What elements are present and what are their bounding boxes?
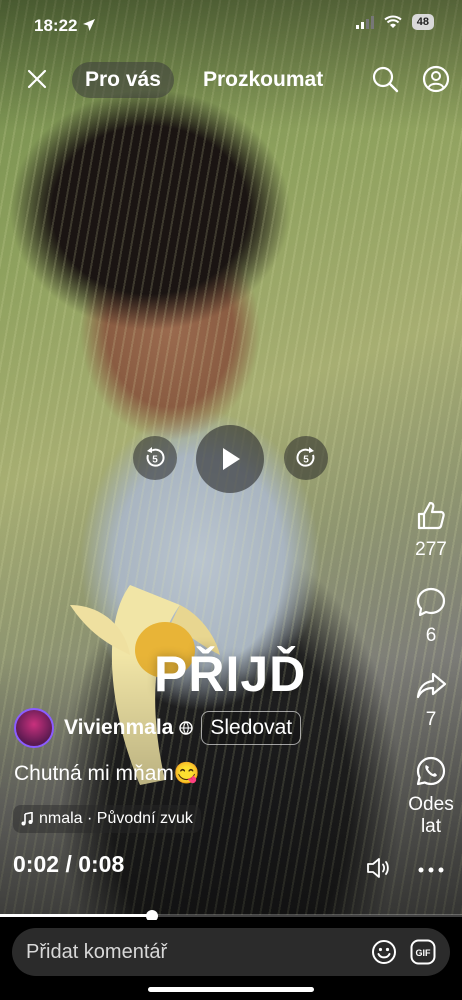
time-separator: / (65, 851, 72, 877)
forward-5-icon: 5 (296, 447, 315, 467)
play-button[interactable] (196, 425, 264, 493)
rewind-button[interactable]: 5 (133, 436, 177, 480)
close-icon (27, 69, 47, 89)
close-button[interactable] (22, 64, 52, 94)
more-button[interactable] (400, 862, 462, 880)
volume-button[interactable] (365, 855, 391, 881)
top-navigation: Pro vás Prozkoumat (0, 58, 462, 102)
music-note-icon (21, 812, 33, 826)
video-overlay-text: PŘIJĎ (154, 646, 307, 702)
post-caption[interactable]: Chutná mi mňam😋 (14, 762, 200, 786)
comment-input[interactable]: Přidat komentář GIF (12, 928, 450, 976)
audio-label: nmala · Původní zvuk (39, 810, 193, 827)
playback-controls: 5 5 (0, 425, 462, 495)
audio-attribution[interactable]: nmala · Původní zvuk (13, 805, 201, 833)
rewind-seconds: 5 (152, 455, 158, 466)
gif-icon: GIF (410, 939, 436, 965)
playback-timer: 0:02 / 0:08 (13, 851, 124, 878)
status-time-text: 18:22 (34, 16, 78, 35)
profile-button[interactable] (421, 64, 451, 94)
like-count: 277 (415, 539, 447, 560)
tab-explore[interactable]: Prozkoumat (190, 62, 336, 98)
whatsapp-icon (416, 756, 446, 786)
signal-icon (355, 16, 374, 29)
wifi-icon (384, 15, 402, 28)
progress-fill (0, 914, 153, 917)
globe-icon (179, 721, 194, 735)
play-icon (223, 448, 240, 470)
send-whatsapp-button[interactable]: Odes lat (400, 755, 462, 838)
comment-icon (416, 587, 446, 617)
current-time: 0:02 (13, 851, 60, 877)
svg-text:GIF: GIF (416, 948, 432, 958)
rewind-5-icon: 5 (146, 447, 165, 467)
more-icon (418, 867, 444, 873)
battery-indicator: 48 (411, 14, 434, 30)
emoji-button[interactable] (371, 939, 397, 965)
status-bar: 18:22 48 (0, 0, 462, 50)
home-indicator (148, 987, 314, 992)
like-icon (417, 501, 445, 530)
status-time: 18:22 (34, 16, 96, 36)
forward-button[interactable]: 5 (284, 436, 328, 480)
author-row: Vivienmala Sledovat (14, 706, 302, 750)
share-count: 7 (425, 709, 437, 730)
author-name[interactable]: Vivienmala (64, 716, 173, 740)
like-button[interactable]: 277 (400, 500, 462, 561)
comment-button[interactable]: 6 (400, 586, 462, 647)
share-button[interactable]: 7 (400, 670, 462, 731)
gif-button[interactable]: GIF (410, 939, 436, 965)
comment-count: 6 (425, 625, 437, 646)
send-label-line1: Odes (408, 794, 454, 815)
avatar[interactable] (14, 708, 54, 748)
comment-bar: Přidat komentář GIF (0, 920, 462, 1000)
search-icon (372, 66, 399, 93)
duration: 0:08 (78, 851, 125, 877)
navigation-arrow-icon (83, 19, 96, 31)
status-icons: 48 (355, 14, 434, 30)
video-progress-bar[interactable] (0, 910, 462, 922)
tab-for-you[interactable]: Pro vás (72, 62, 174, 98)
profile-icon (422, 65, 450, 93)
emoji-icon (372, 940, 396, 964)
comment-placeholder: Přidat komentář (26, 941, 168, 963)
send-label-line2: lat (420, 816, 442, 837)
share-icon (416, 672, 447, 699)
volume-icon (367, 858, 389, 878)
forward-seconds: 5 (303, 455, 309, 466)
search-button[interactable] (370, 64, 400, 94)
follow-button[interactable]: Sledovat (201, 711, 302, 745)
